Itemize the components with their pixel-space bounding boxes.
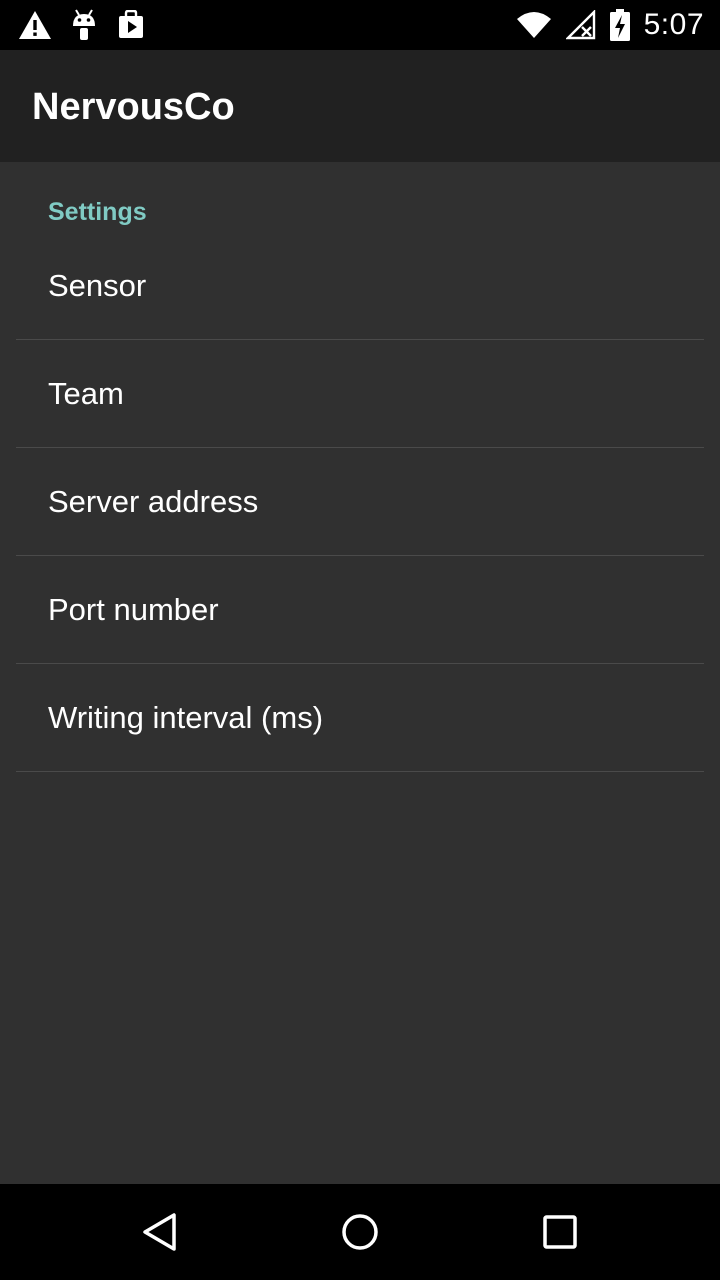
pref-title: Sensor <box>48 267 147 303</box>
navigation-bar <box>0 1184 720 1280</box>
recents-button[interactable] <box>536 1208 584 1256</box>
pref-title: Team <box>48 375 124 411</box>
pref-writing-interval[interactable]: Writing interval (ms) <box>16 664 704 772</box>
system-status: 5:07 <box>516 8 704 42</box>
back-icon <box>143 1213 176 1251</box>
home-icon <box>342 1214 378 1250</box>
notification-icons <box>18 8 146 42</box>
pref-server-address[interactable]: Server address <box>16 448 704 556</box>
recents-icon <box>543 1215 577 1249</box>
wifi-icon <box>516 11 552 39</box>
pref-title: Port number <box>48 591 219 627</box>
pref-sensor[interactable]: Sensor <box>16 232 704 340</box>
settings-category-header: Settings <box>48 198 147 226</box>
signal-off-icon <box>565 10 596 40</box>
app-title: NervousCo <box>32 86 235 128</box>
play-store-icon <box>116 10 146 40</box>
pref-title: Server address <box>48 483 259 519</box>
preference-list: Sensor Team Server address Port number W… <box>16 232 704 772</box>
home-button[interactable] <box>336 1208 384 1256</box>
android-debug-icon <box>70 8 98 42</box>
pref-title: Writing interval (ms) <box>48 699 324 735</box>
pref-team[interactable]: Team <box>16 340 704 448</box>
status-time: 5:07 <box>643 8 704 41</box>
pref-port-number[interactable]: Port number <box>16 556 704 664</box>
app-bar: NervousCo <box>0 50 720 162</box>
settings-screen: Settings Sensor Team Server address Port… <box>0 162 720 1184</box>
warning-icon <box>18 10 52 40</box>
battery-charging-icon <box>609 9 630 41</box>
status-bar: 5:07 <box>0 0 720 50</box>
back-button[interactable] <box>136 1208 184 1256</box>
